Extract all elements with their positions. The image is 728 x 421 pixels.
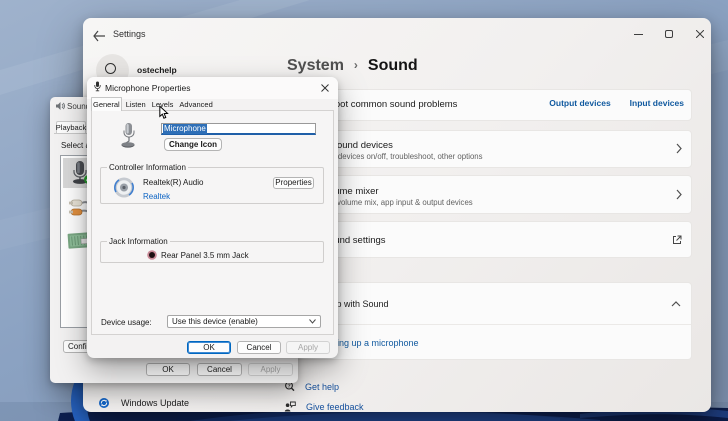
chevron-right-icon — [676, 143, 682, 154]
mouse-cursor — [159, 105, 169, 120]
jack-information-group: Jack Information Rear Panel 3.5 mm Jack — [100, 237, 324, 263]
dropdown-chevron-icon — [309, 318, 316, 324]
card-volume-mixer[interactable]: Volume mixer App volume mix, app input &… — [287, 175, 692, 214]
chevron-right-icon — [676, 189, 682, 200]
breadcrumb-system[interactable]: System — [287, 57, 344, 75]
feedback-icon — [284, 401, 296, 412]
mic-title-icon — [94, 81, 101, 92]
minimize-button[interactable] — [627, 25, 649, 43]
external-link-icon — [672, 235, 682, 245]
tab-general[interactable]: General — [91, 96, 122, 111]
controller-information-label: Controller Information — [107, 163, 188, 172]
jack-icon — [147, 250, 157, 260]
sound-apply-button[interactable]: Apply — [248, 363, 293, 376]
volume-mixer-sub: App volume mix, app input & output devic… — [321, 198, 473, 207]
sidebar-item-windows-update[interactable]: Windows Update — [99, 398, 189, 408]
realtek-icon — [113, 176, 135, 199]
tab-listen[interactable]: Listen — [124, 97, 148, 111]
page-title: Sound — [367, 57, 418, 74]
device-name-selected-text: Microphone — [163, 123, 207, 134]
close-button[interactable] — [689, 25, 711, 43]
properties-button[interactable]: Properties — [273, 177, 314, 189]
avatar-person-icon — [105, 63, 116, 74]
desktop: Settings ostechelp System › Sound Troubl… — [0, 0, 728, 421]
all-sound-devices-sub: Turn devices on/off, troubleshoot, other… — [320, 152, 483, 161]
card-troubleshoot: Troubleshoot common sound problems Outpu… — [287, 89, 692, 121]
device-usage-label: Device usage: — [101, 318, 152, 327]
realtek-link[interactable]: Realtek — [143, 192, 170, 201]
mic-cancel-button[interactable]: Cancel — [237, 341, 281, 354]
device-usage-value: Use this device (enable) — [172, 316, 258, 326]
controller-name: Realtek(R) Audio — [143, 178, 204, 187]
sound-cancel-button[interactable]: Cancel — [197, 363, 242, 376]
chevron-up-icon[interactable] — [671, 301, 681, 307]
sound-ok-button[interactable]: OK — [146, 363, 190, 376]
change-icon-button[interactable]: Change Icon — [164, 138, 222, 151]
account-name: ostechelp — [137, 65, 177, 75]
speaker-icon — [56, 101, 65, 111]
back-icon[interactable] — [92, 30, 110, 46]
card-all-sound-devices[interactable]: All sound devices Turn devices on/off, t… — [287, 130, 692, 168]
microphone-large-icon — [120, 122, 137, 149]
settings-title: Settings — [113, 29, 146, 39]
output-devices-button[interactable]: Output devices — [549, 98, 610, 108]
give-feedback-label: Give feedback — [306, 401, 364, 412]
windows-update-icon — [99, 398, 109, 408]
tab-playback[interactable]: Playback — [56, 121, 86, 133]
windows-update-label: Windows Update — [121, 398, 190, 408]
jack-information-label: Jack Information — [107, 237, 170, 246]
card-help: Help with Sound Setting up a microphone — [287, 282, 692, 360]
card-more-sound-settings[interactable]: More sound settings — [287, 221, 692, 258]
divider — [288, 324, 691, 325]
mic-dialog-title: Microphone Properties — [105, 83, 191, 93]
microphone-properties-dialog: Microphone Properties General Listen Lev… — [87, 77, 338, 358]
input-devices-button[interactable]: Input devices — [630, 98, 684, 108]
device-name-input[interactable]: Microphone — [161, 123, 316, 135]
maximize-button[interactable] — [658, 25, 680, 43]
get-help-label: Get help — [305, 381, 340, 392]
breadcrumb-separator-icon: › — [353, 58, 358, 72]
mic-ok-button[interactable]: OK — [187, 341, 231, 354]
mic-dialog-close-icon[interactable] — [317, 80, 333, 95]
controller-information-group: Controller Information Realtek(R) Audio … — [100, 163, 324, 204]
breadcrumb: System › Sound — [287, 57, 418, 75]
mic-apply-button[interactable]: Apply — [286, 341, 330, 354]
give-feedback-row[interactable]: Give feedback — [284, 401, 364, 412]
jack-text: Rear Panel 3.5 mm Jack — [161, 251, 249, 260]
device-usage-select[interactable]: Use this device (enable) — [167, 315, 321, 328]
tab-advanced[interactable]: Advanced — [177, 97, 214, 111]
